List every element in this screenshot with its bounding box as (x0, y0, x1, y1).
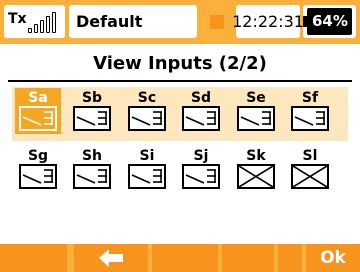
switch-position-icon (128, 106, 166, 131)
input-tile-sg[interactable]: Sg (15, 146, 61, 192)
softkey-1[interactable] (0, 244, 67, 272)
switch-position-icon (182, 164, 220, 189)
softkey-bar: Ok (0, 244, 360, 272)
switch-position-icon (128, 164, 166, 189)
input-tile-si[interactable]: Si (124, 146, 170, 192)
input-tile-sd[interactable]: Sd (178, 88, 224, 134)
signal-bars-icon (27, 11, 58, 33)
input-tile-se[interactable]: Se (233, 88, 279, 134)
tx-label: Tx (8, 10, 27, 27)
softkey-5[interactable] (278, 244, 302, 272)
input-label: Sb (81, 90, 103, 106)
softkey-4[interactable] (222, 244, 274, 272)
input-tile-sl[interactable]: Sl (287, 146, 333, 192)
input-label: Sg (27, 148, 49, 164)
page-title: View Inputs (2/2) (93, 53, 267, 74)
battery-indicator: 64% (303, 5, 356, 38)
input-label: Sc (137, 90, 157, 106)
input-label: Sh (81, 148, 103, 164)
softkey-3[interactable] (152, 244, 218, 272)
input-tile-sb[interactable]: Sb (69, 88, 115, 134)
switch-position-icon (19, 106, 57, 131)
input-tile-sj[interactable]: Sj (178, 146, 224, 192)
switch-position-icon (291, 106, 329, 131)
input-label: Si (139, 148, 155, 164)
switch-position-icon (73, 164, 111, 189)
unavailable-x-icon (291, 164, 329, 189)
model-name-field[interactable]: Default (69, 5, 197, 38)
unavailable-x-icon (237, 164, 275, 189)
input-label: Sf (301, 90, 319, 106)
back-arrow-icon (99, 249, 123, 267)
ok-button[interactable]: Ok (306, 244, 360, 272)
input-label: Se (246, 90, 266, 106)
tx-signal-indicator: Tx (4, 5, 65, 38)
status-square-icon (210, 15, 224, 29)
clock-time: 12:22:31 (232, 12, 304, 31)
input-tile-sh[interactable]: Sh (69, 146, 115, 192)
input-tile-sf[interactable]: Sf (287, 88, 333, 134)
switch-position-icon (182, 106, 220, 131)
battery-terminal (303, 16, 307, 27)
input-label: Sa (28, 90, 48, 106)
view-inputs-screen: Tx Default 12:22:31 64% View Inputs (2/2… (0, 0, 360, 272)
battery-percent: 64% (312, 12, 348, 30)
title-divider (8, 80, 352, 82)
ok-label: Ok (320, 248, 346, 268)
input-label: Sj (193, 148, 209, 164)
input-label: Sl (302, 148, 318, 164)
switch-position-icon (73, 106, 111, 131)
clock: 12:22:31 (232, 5, 304, 38)
input-tile-sc[interactable]: Sc (124, 88, 170, 134)
input-tile-sa[interactable]: Sa (15, 88, 61, 134)
status-bar: Tx Default 12:22:31 64% (0, 0, 360, 44)
back-button[interactable] (74, 244, 148, 272)
input-tile-sk[interactable]: Sk (233, 146, 279, 192)
model-name: Default (76, 12, 143, 31)
switch-position-icon (19, 164, 57, 189)
switch-position-icon (237, 106, 275, 131)
input-label: Sd (190, 90, 212, 106)
input-label: Sk (246, 148, 266, 164)
